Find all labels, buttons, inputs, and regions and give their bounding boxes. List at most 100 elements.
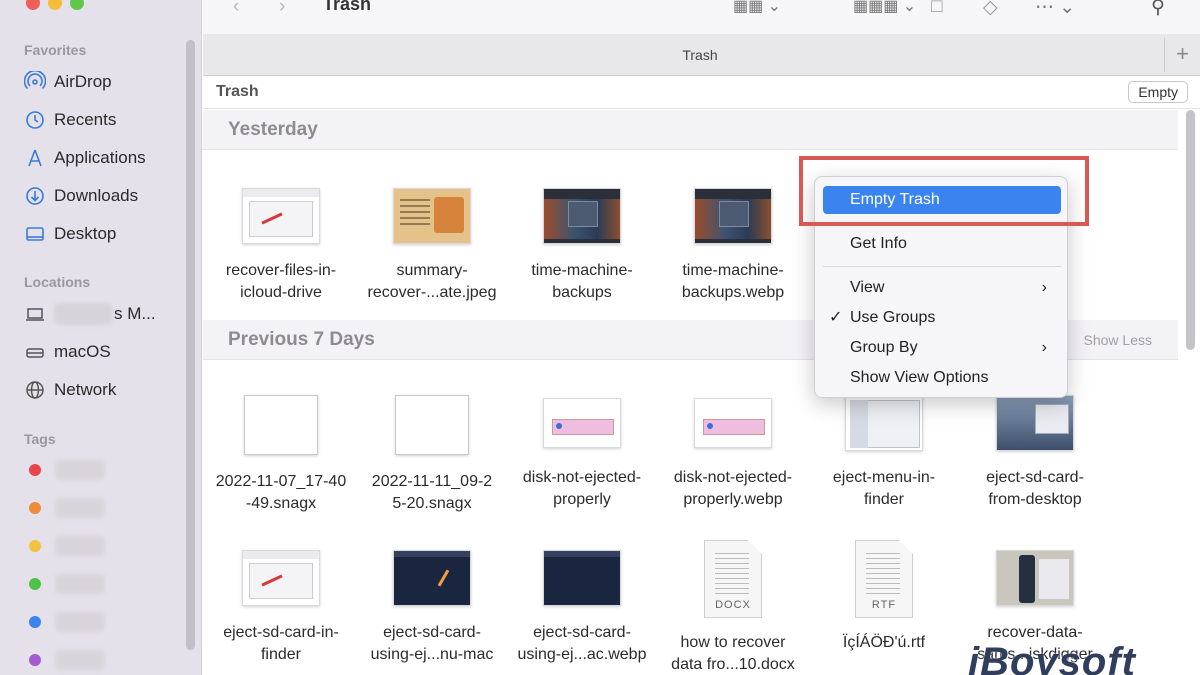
group-icon[interactable]: ▦▦▦ ⌄: [853, 0, 916, 16]
menu-item-show-view-options[interactable]: Show View Options: [823, 364, 1061, 392]
forward-icon[interactable]: ›: [279, 0, 285, 18]
group-header-yesterday: Yesterday: [203, 110, 1178, 150]
tag-dot: [29, 616, 41, 628]
file-item[interactable]: RTF ÏçÍÁÖÐ'ú.rtf: [809, 540, 959, 654]
sidebar-item-network[interactable]: Network: [24, 375, 116, 405]
sidebar-item-downloads[interactable]: Downloads: [24, 181, 138, 211]
redacted-tag-label: [55, 650, 105, 670]
tag-item[interactable]: [29, 460, 105, 480]
content-scrollbar[interactable]: [1186, 110, 1195, 350]
file-name: eject-sd-card-using-ej...nu-mac: [370, 624, 494, 663]
file-thumbnail: [543, 550, 621, 606]
file-name: summary-recover-...ate.jpeg: [367, 262, 497, 301]
menu-item-get-info[interactable]: Get Info: [823, 230, 1061, 258]
file-thumbnail: [694, 188, 772, 244]
tag-icon[interactable]: ◇: [983, 0, 998, 19]
file-item[interactable]: recover-files-in-icloud-drive: [206, 188, 356, 304]
sidebar-scrollbar[interactable]: [186, 40, 195, 650]
file-thumbnail: [393, 550, 471, 606]
sidebar-item-label: Desktop: [54, 224, 117, 243]
sidebar-item-macbook[interactable]: s M...: [24, 299, 156, 329]
sidebar-item-recents[interactable]: Recents: [24, 105, 116, 135]
tag-dot: [29, 578, 41, 590]
file-name: recover-files-in-icloud-drive: [225, 262, 337, 301]
window-controls: [26, 0, 84, 10]
file-thumbnail: [244, 395, 318, 455]
group-title: Yesterday: [228, 119, 318, 140]
checkmark-icon: ✓: [829, 309, 843, 326]
chevron-right-icon: ›: [1041, 279, 1047, 296]
menu-item-group-by[interactable]: Group By ›: [823, 334, 1061, 362]
file-name: disk-not-ejected-properly: [522, 469, 642, 508]
file-item[interactable]: eject-sd-card-using-ej...ac.webp: [507, 550, 657, 666]
redacted-tag-label: [55, 574, 105, 594]
tag-dot: [29, 654, 41, 666]
file-item[interactable]: eject-sd-card-from-desktop: [960, 395, 1110, 511]
desktop-icon: [26, 227, 44, 241]
sidebar: Favorites AirDrop Recents Applications D…: [0, 0, 202, 675]
file-item[interactable]: eject-menu-in-finder: [809, 395, 959, 511]
clock-icon: [26, 111, 44, 129]
menu-item-view[interactable]: View ›: [823, 274, 1061, 302]
share-icon[interactable]: □: [931, 0, 942, 18]
file-name: time-machine-backups.webp: [681, 262, 785, 301]
watermark-logo: iBoysoft: [968, 640, 1136, 675]
new-tab-button[interactable]: +: [1164, 38, 1200, 72]
window-title: Trash: [323, 0, 372, 14]
rtf-file-icon: RTF: [855, 540, 913, 618]
file-item[interactable]: disk-not-ejected-properly: [507, 398, 657, 511]
file-thumbnail: [543, 188, 621, 244]
airdrop-icon: [24, 71, 46, 90]
file-thumbnail: [242, 188, 320, 244]
file-item[interactable]: 2022-11-11_09-2 5-20.snagx: [357, 395, 507, 515]
redacted-tag-label: [55, 498, 105, 518]
view-mode-icon[interactable]: ▦▦ ⌄: [733, 0, 781, 16]
tag-item[interactable]: [29, 612, 105, 632]
laptop-icon: [26, 308, 44, 321]
locations-header: Locations: [24, 274, 91, 290]
redacted-name: [54, 303, 112, 325]
tag-item[interactable]: [29, 498, 105, 518]
globe-icon: [26, 381, 44, 399]
file-name: eject-sd-card-in-finder: [223, 624, 339, 663]
folder-title: Trash: [216, 83, 259, 100]
tag-item[interactable]: [29, 650, 105, 670]
file-item[interactable]: eject-sd-card-using-ej...nu-mac: [357, 550, 507, 666]
tags-header: Tags: [24, 431, 56, 447]
more-actions-icon[interactable]: ⋯ ⌄: [1035, 0, 1075, 19]
tag-item[interactable]: [29, 574, 105, 594]
sidebar-item-airdrop[interactable]: AirDrop: [24, 67, 112, 97]
tab-trash[interactable]: Trash: [203, 47, 1197, 63]
empty-button[interactable]: Empty: [1128, 81, 1188, 103]
file-name: eject-menu-in-finder: [832, 469, 936, 508]
file-thumbnail: [996, 550, 1074, 606]
file-item[interactable]: time-machine-backups: [507, 188, 657, 304]
file-item[interactable]: disk-not-ejected-properly.webp: [658, 398, 808, 511]
redacted-tag-label: [55, 460, 105, 480]
file-item[interactable]: DOCX how to recover data fro...10.docx: [658, 540, 808, 675]
downloads-icon: [26, 187, 44, 205]
file-item[interactable]: eject-sd-card-in-finder: [206, 550, 356, 666]
menu-item-use-groups[interactable]: ✓ Use Groups: [823, 304, 1061, 332]
sidebar-item-macos[interactable]: macOS: [24, 337, 111, 367]
tag-dot: [29, 540, 41, 552]
file-item[interactable]: summary-recover-...ate.jpeg: [357, 188, 507, 304]
sidebar-item-label: s M...: [114, 304, 156, 323]
sidebar-item-label: Downloads: [54, 186, 139, 205]
tag-item[interactable]: [29, 536, 105, 556]
tab-bar: Trash +: [203, 34, 1200, 76]
tag-dot: [29, 464, 41, 476]
back-icon[interactable]: ‹: [233, 0, 239, 18]
sidebar-item-desktop[interactable]: Desktop: [24, 219, 116, 249]
minimize-window-button[interactable]: [48, 0, 62, 10]
zoom-window-button[interactable]: [70, 0, 84, 10]
search-icon[interactable]: ⚲: [1151, 0, 1165, 19]
sidebar-item-applications[interactable]: Applications: [24, 143, 146, 173]
show-less-button[interactable]: Show Less: [1084, 332, 1152, 348]
close-window-button[interactable]: [26, 0, 40, 10]
file-item[interactable]: 2022-11-07_17-40 -49.snagx: [206, 395, 356, 515]
file-item[interactable]: time-machine-backups.webp: [658, 188, 808, 304]
sidebar-item-label: Network: [54, 380, 117, 399]
favorites-header: Favorites: [24, 42, 87, 58]
file-name: time-machine-backups: [531, 262, 633, 301]
